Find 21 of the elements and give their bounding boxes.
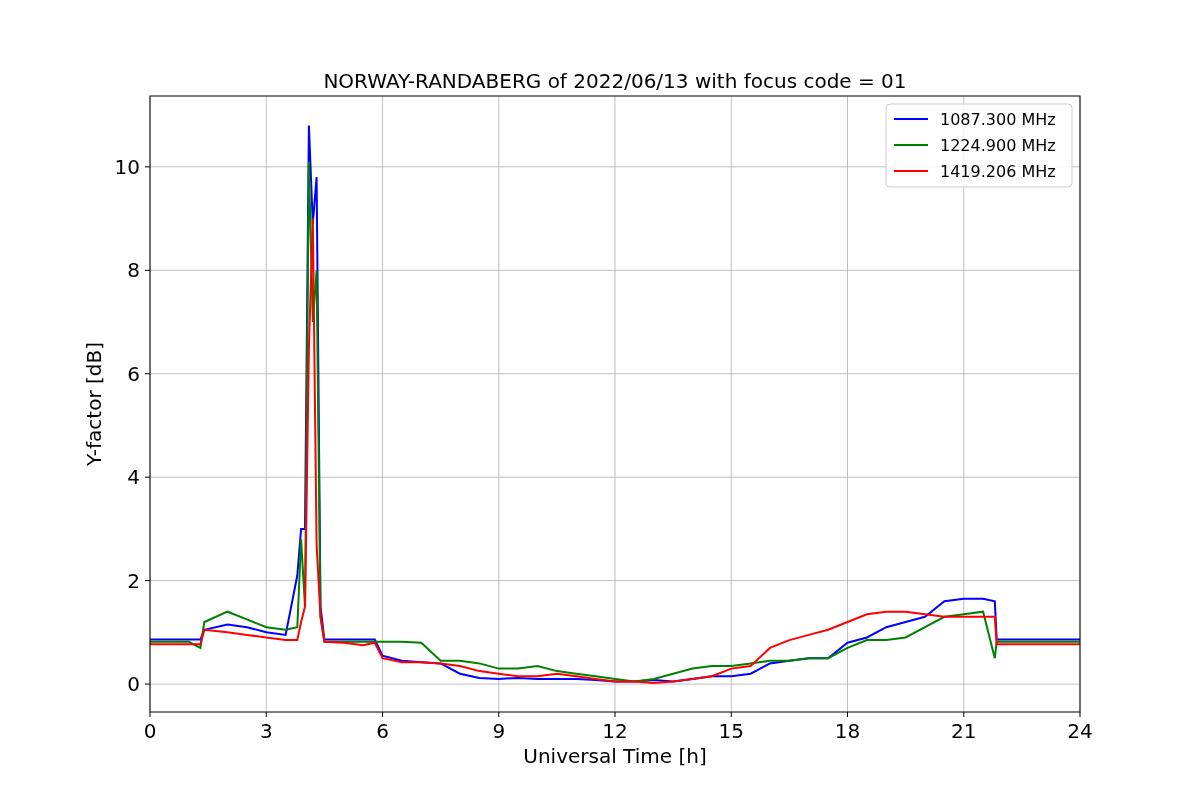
y-tick-label: 6 xyxy=(127,361,140,386)
x-tick-label: 24 xyxy=(1067,719,1093,743)
y-tick-label: 0 xyxy=(127,672,140,697)
chart-title: NORWAY-RANDABERG of 2022/06/13 with focus code = 01 xyxy=(323,69,907,93)
x-tick-label: 15 xyxy=(718,719,744,743)
x-tick-label: 18 xyxy=(834,719,861,743)
y-tick-label: 8 xyxy=(127,258,140,283)
x-tick-label: 0 xyxy=(143,719,157,743)
x-axis-label: Universal Time [h] xyxy=(523,744,707,768)
legend-label: 1419.206 MHz xyxy=(940,162,1056,181)
y-tick-label: 10 xyxy=(114,154,140,179)
x-tick-label: 12 xyxy=(602,719,628,743)
y-tick-label: 4 xyxy=(127,465,140,490)
x-tick-label: 9 xyxy=(492,719,506,743)
legend-label: 1087.300 MHz xyxy=(940,110,1056,129)
x-tick-label: 21 xyxy=(951,719,977,743)
y-tick-label: 2 xyxy=(127,568,140,593)
y-axis-label: Y-factor [dB] xyxy=(82,342,106,466)
legend-label: 1224.900 MHz xyxy=(940,136,1056,155)
x-tick-label: 3 xyxy=(259,719,273,743)
x-tick-label: 6 xyxy=(376,719,389,743)
